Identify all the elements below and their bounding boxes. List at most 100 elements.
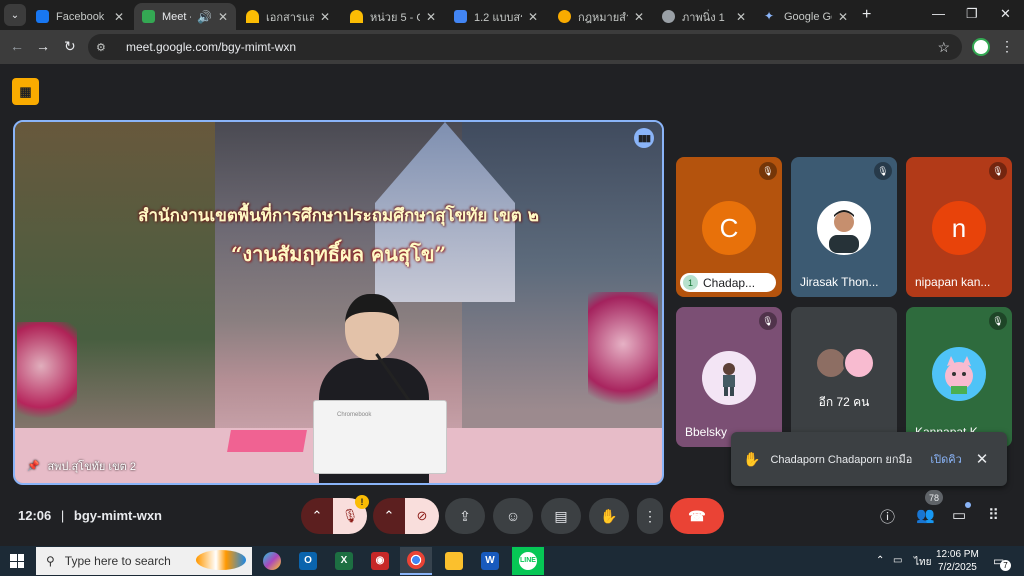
desk-card xyxy=(227,430,307,452)
camera-off-button[interactable]: ⊘ xyxy=(405,498,439,534)
new-tab-button[interactable]: + xyxy=(862,6,871,24)
site-icon xyxy=(558,10,571,23)
tab-law[interactable]: กฎหมายสำหรั ✕ xyxy=(550,3,652,30)
bookmark-star-icon[interactable]: ☆ xyxy=(937,39,950,56)
participant-tile[interactable]: 🎙 C 1 Chadap... xyxy=(676,157,782,297)
close-icon[interactable]: ✕ xyxy=(114,10,124,24)
close-icon[interactable]: ✕ xyxy=(426,10,436,24)
tab-unit5[interactable]: หน่วย 5 - Go ✕ xyxy=(342,3,444,30)
show-hidden-icons[interactable]: ⌃ xyxy=(876,555,884,566)
people-icon[interactable]: 👥 xyxy=(916,506,935,524)
pin-icon[interactable]: 📌 xyxy=(27,461,39,472)
back-button[interactable]: ← xyxy=(10,38,24,54)
more-options-button[interactable]: ⋮ xyxy=(637,498,663,534)
captions-off-icon[interactable]: ▦ xyxy=(12,78,39,105)
present-button[interactable]: ⇪ xyxy=(445,498,485,534)
windows-start-icon[interactable] xyxy=(10,554,24,568)
network-icon[interactable]: ▭ xyxy=(893,555,902,566)
main-video-tile[interactable]: สำนักงานเขตพื้นที่การศึกษาประถมศึกษาสุโข… xyxy=(13,120,664,485)
audio-icon[interactable]: 🔊 xyxy=(197,10,212,24)
line-icon[interactable]: LINE xyxy=(512,547,544,575)
taskbar-clock[interactable]: 12:06 PM 7/2/2025 xyxy=(936,548,979,574)
raised-hand-icon: 1 xyxy=(683,275,698,290)
close-icon[interactable]: ✕ xyxy=(976,450,989,468)
captions-button[interactable]: ▤ xyxy=(541,498,581,534)
tab-gemini[interactable]: ✦ Google Gem ✕ xyxy=(756,3,856,30)
mic-off-icon: 🎙 xyxy=(989,162,1007,180)
url-text[interactable]: meet.google.com/bgy-mimt-wxn xyxy=(126,40,296,54)
search-icon: ⚲ xyxy=(46,554,55,568)
meeting-code: bgy-mimt-wxn xyxy=(73,508,163,523)
camera-options-chevron-icon[interactable]: ⌃ xyxy=(373,498,405,534)
mic-off-icon: 🎙 xyxy=(759,312,777,330)
open-queue-button[interactable]: เปิดคิว xyxy=(930,450,961,468)
participant-tile[interactable]: 🎙 Bbelsky xyxy=(676,307,782,447)
restore-button[interactable]: ❐ xyxy=(966,6,978,22)
banner-title: สำนักงานเขตพื้นที่การศึกษาประถมศึกษาสุโข… xyxy=(138,206,539,226)
minimize-button[interactable]: — xyxy=(932,6,945,21)
participant-tile[interactable]: 🎙 Kannapat K... xyxy=(906,307,1012,447)
mic-off-icon: 🎙 xyxy=(989,312,1007,330)
copilot-icon[interactable] xyxy=(256,547,288,575)
browser-menu-icon[interactable]: ⋮ xyxy=(1000,38,1014,55)
mic-options-chevron-icon[interactable]: ⌃ xyxy=(301,498,333,534)
raised-hand-toast: ✋ Chadaporn Chadaporn ยกมือ เปิดคิว ✕ xyxy=(731,432,1007,486)
input-language[interactable]: ไทย xyxy=(914,555,931,570)
participant-tile[interactable]: 🎙 Jirasak Thon... xyxy=(791,157,897,297)
excel-icon[interactable]: X xyxy=(328,547,360,575)
close-icon[interactable]: ✕ xyxy=(736,10,746,24)
meeting-info: 12:06 | bgy-mimt-wxn xyxy=(18,508,163,523)
close-icon[interactable]: ✕ xyxy=(838,10,848,24)
avatar: C xyxy=(702,201,756,255)
word-icon[interactable]: W xyxy=(474,547,506,575)
leave-call-button[interactable]: ☎ xyxy=(670,498,724,534)
tab-docs[interactable]: เอกสารและไฟเ ✕ xyxy=(238,3,338,30)
participant-name: Jirasak Thon... xyxy=(800,275,879,289)
close-icon[interactable]: ✕ xyxy=(528,10,538,24)
drive-icon xyxy=(350,10,363,23)
chrome-icon[interactable] xyxy=(400,547,432,575)
participant-tile[interactable]: 🎙 n nipapan kan... xyxy=(906,157,1012,297)
avatar xyxy=(817,201,871,255)
outlook-icon[interactable]: O xyxy=(292,547,324,575)
flowers-image xyxy=(17,322,77,432)
tab-search-button[interactable]: ⌄ xyxy=(4,4,26,26)
chat-icon[interactable]: ▭ xyxy=(952,506,966,524)
more-participants-tile[interactable]: อีก 72 คน xyxy=(791,307,897,447)
avatar xyxy=(702,351,756,405)
emoji-button[interactable]: ☺ xyxy=(493,498,533,534)
person-photo xyxy=(723,363,735,396)
meeting-details-icon[interactable]: ⓘ xyxy=(880,506,895,527)
tab-meet[interactable]: Meet - b 🔊 ✕ xyxy=(134,3,236,30)
activities-icon[interactable]: ⠿ xyxy=(988,506,999,524)
meet-stage: ▦ สำนักงานเขตพื้นที่การศึกษาประถมศึกษาสุ… xyxy=(0,64,1024,542)
reload-button[interactable]: ↻ xyxy=(64,38,76,55)
forward-button[interactable]: → xyxy=(36,38,50,54)
people-count: 78 xyxy=(925,490,944,505)
mic-off-icon: 🎙 xyxy=(874,162,892,180)
meet-icon xyxy=(142,10,155,23)
close-icon[interactable]: ✕ xyxy=(218,10,228,24)
tab-slide[interactable]: ภาพนิ่ง 1 ✕ xyxy=(654,3,754,30)
address-bar[interactable]: ⚙ meet.google.com/bgy-mimt-wxn ☆ xyxy=(88,34,962,60)
notification-count: 7 xyxy=(1000,560,1011,571)
tab-summary[interactable]: 1.2 แบบสรุปผ ✕ xyxy=(446,3,546,30)
facebook-icon xyxy=(36,10,49,23)
participant-name: Bbelsky xyxy=(685,425,728,439)
tab-facebook[interactable]: Facebook ✕ xyxy=(28,3,132,30)
site-info-icon[interactable]: ⚙ xyxy=(96,41,112,54)
meeting-time: 12:06 xyxy=(18,508,52,523)
close-icon[interactable]: ✕ xyxy=(320,10,330,24)
toast-message: Chadaporn Chadaporn ยกมือ xyxy=(770,454,913,466)
file-explorer-icon[interactable] xyxy=(438,547,470,575)
profile-avatar[interactable] xyxy=(972,38,990,56)
avatar xyxy=(932,347,986,401)
drive-icon xyxy=(246,10,259,23)
banner-slogan: “งานสัมฤทธิ์ผล คนสุโข” xyxy=(230,242,447,266)
camera-app-icon[interactable]: ◉ xyxy=(364,547,396,575)
hand-icon: ✋ xyxy=(743,450,761,467)
participant-name: nipapan kan... xyxy=(915,275,991,289)
close-window-button[interactable]: ✕ xyxy=(1000,6,1011,22)
close-icon[interactable]: ✕ xyxy=(634,10,644,24)
raise-hand-button[interactable]: ✋ xyxy=(589,498,629,534)
